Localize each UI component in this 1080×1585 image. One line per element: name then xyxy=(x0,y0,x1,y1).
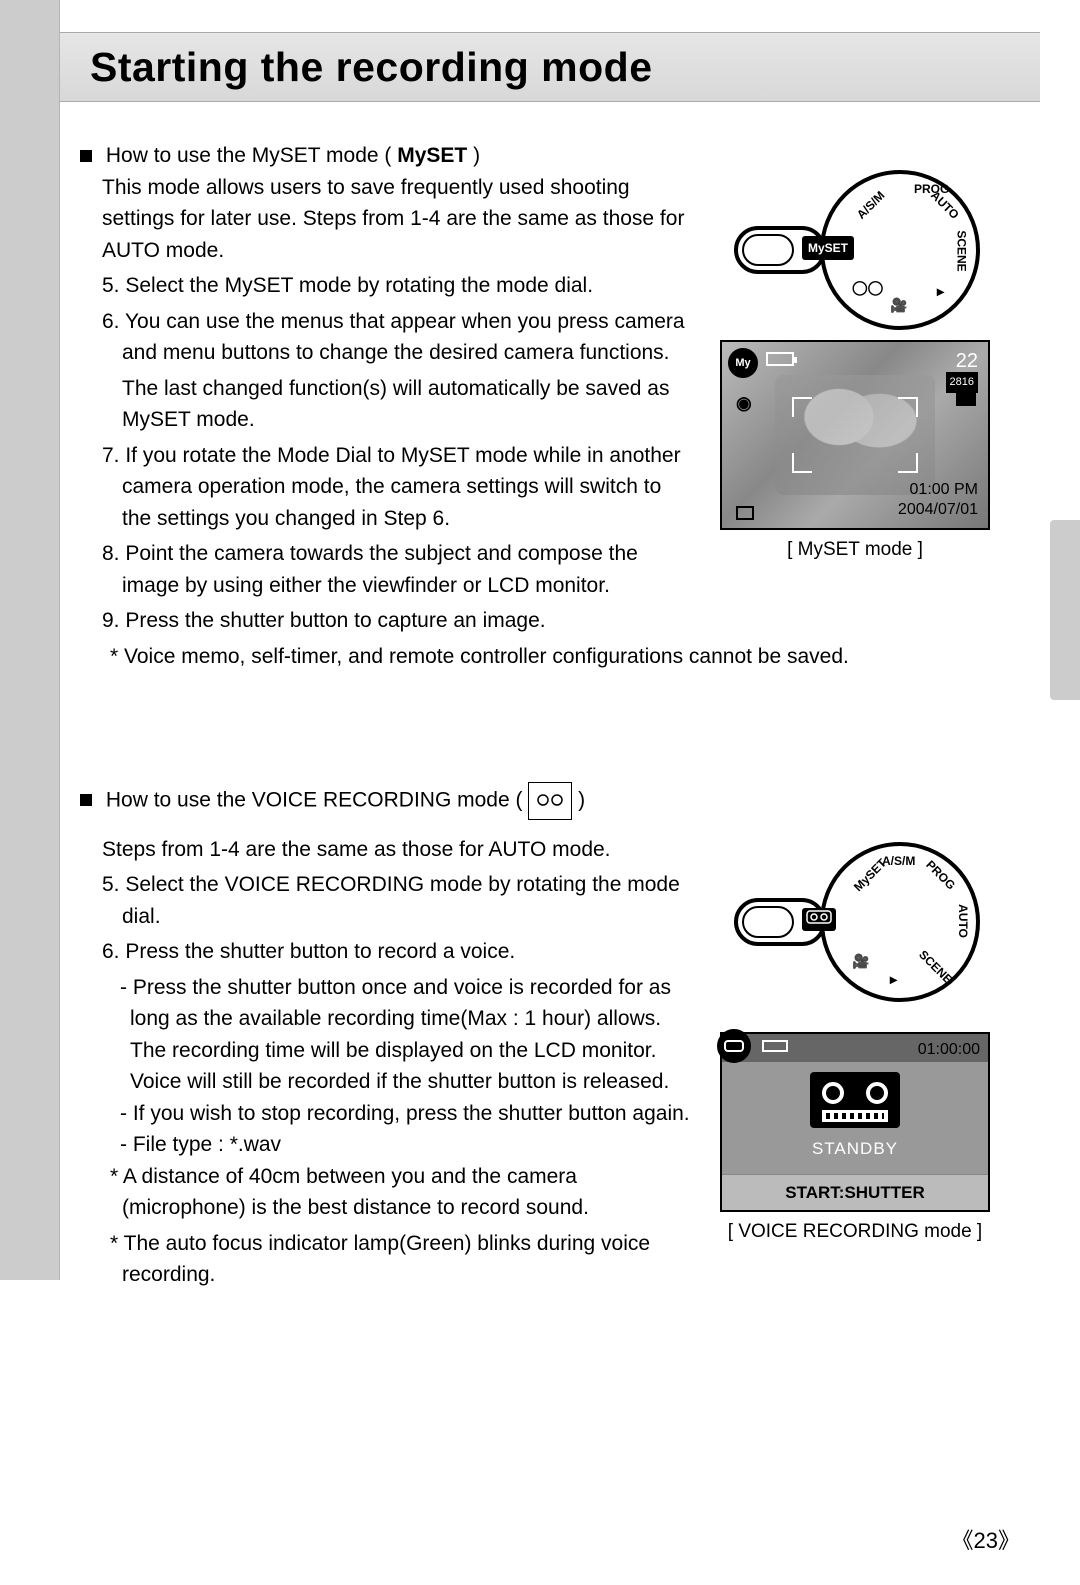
voice-sub1: - Press the shutter button once and voic… xyxy=(80,972,690,1098)
voice-note1: * A distance of 40cm between you and the… xyxy=(80,1161,690,1224)
focus-bracket-icon xyxy=(898,397,918,417)
section-myset: How to use the MySET mode ( MySET ) This… xyxy=(80,140,1020,672)
voice-step5: 5. Select the VOICE RECORDING mode by ro… xyxy=(80,869,690,932)
movie-icon: 🎥 xyxy=(852,951,869,972)
title-band: Starting the recording mode xyxy=(60,32,1040,102)
page-number: 《23》 xyxy=(951,1523,1020,1555)
dial-active-mode: MySET xyxy=(802,236,854,260)
dial-label-prog: PROG xyxy=(921,856,959,894)
myset-note: * Voice memo, self-timer, and remote con… xyxy=(80,641,930,673)
dial-label-scene: SCENE xyxy=(952,230,970,271)
lcd-date: 2004/07/01 xyxy=(898,498,978,522)
quality-icon xyxy=(956,390,976,406)
playback-icon: ▸ xyxy=(890,969,897,990)
heading-mode-label: MySET xyxy=(397,144,467,167)
dial-label-asm: A/S/M xyxy=(882,852,915,870)
heading-suffix: ) xyxy=(578,788,585,811)
figure-lcd-voice: 01:00:00 STANDBY START:SHUTTER [ VOICE R… xyxy=(720,1032,990,1247)
right-thumb-tab xyxy=(1050,520,1080,700)
voice-sub2: - If you wish to stop recording, press t… xyxy=(80,1098,690,1130)
memory-icon xyxy=(736,506,754,520)
lcd-frame: My 22 2816 ◉ 01:00 PM 2004/07/01 xyxy=(720,340,990,530)
content: How to use the MySET mode ( MySET ) This… xyxy=(80,140,1020,1351)
mode-dial-icon: MySET A/S/M PROG AUTO SCENE ▸ 🎥 xyxy=(820,842,980,1002)
focus-bracket-icon xyxy=(792,397,812,417)
voice-rec-icon: ◯◯ xyxy=(852,277,883,298)
heading-prefix: How to use the VOICE RECORDING mode ( xyxy=(106,788,528,811)
page-title: Starting the recording mode xyxy=(90,44,653,91)
cassette-tape-icon xyxy=(810,1072,900,1128)
section-voice: How to use the VOICE RECORDING mode ( ) … xyxy=(80,782,1020,1291)
dial-label-scene: SCENE xyxy=(914,946,956,988)
figure-lcd-myset: My 22 2816 ◉ 01:00 PM 2004/07/01 [ MySET… xyxy=(720,340,990,565)
heading-myset: How to use the MySET mode ( MySET ) xyxy=(80,140,1020,172)
voice-lcd-caption: [ VOICE RECORDING mode ] xyxy=(720,1218,990,1247)
myset-step6: 6. You can use the menus that appear whe… xyxy=(80,306,690,369)
angle-right-icon: 》 xyxy=(998,1528,1020,1553)
dial-knob-icon xyxy=(742,906,794,938)
voice-lcd-start: START:SHUTTER xyxy=(722,1174,988,1210)
angle-left-icon: 《 xyxy=(951,1528,973,1553)
heading-prefix: How to use the MySET mode ( xyxy=(106,144,397,167)
voice-lcd-frame: 01:00:00 STANDBY START:SHUTTER xyxy=(720,1032,990,1212)
page-number-value: 23 xyxy=(974,1528,998,1553)
myset-intro: This mode allows users to save frequentl… xyxy=(80,172,690,267)
bullet-square-icon xyxy=(80,150,92,162)
figure-mode-dial-myset: PROG A/S/M AUTO SCENE ▸ 🎥 ◯◯ MySET xyxy=(740,170,980,330)
battery-icon xyxy=(766,352,794,366)
lcd-caption: [ MySET mode ] xyxy=(720,536,990,565)
voice-lcd-topbar: 01:00:00 xyxy=(722,1034,988,1062)
heading-suffix: ) xyxy=(473,144,480,167)
lcd-photo-people xyxy=(775,375,935,495)
dial-label-asm: A/S/M xyxy=(853,187,889,223)
movie-icon: 🎥 xyxy=(890,295,907,316)
voice-intro: Steps from 1-4 are the same as those for… xyxy=(80,834,690,866)
dial-knob-icon xyxy=(742,234,794,266)
voice-sub3: - File type : *.wav xyxy=(80,1129,690,1161)
voice-lcd-time: 01:00:00 xyxy=(918,1038,980,1062)
dial-label-auto: AUTO xyxy=(954,904,972,938)
figure-mode-dial-voice: MySET A/S/M PROG AUTO SCENE ▸ 🎥 xyxy=(740,842,980,1002)
focus-bracket-icon xyxy=(792,453,812,473)
voice-lcd-standby: STANDBY xyxy=(722,1136,988,1162)
focus-bracket-icon xyxy=(898,453,918,473)
bullet-square-icon xyxy=(80,794,92,806)
myset-step8: 8. Point the camera towards the subject … xyxy=(80,538,690,601)
left-grey-margin xyxy=(0,0,60,1280)
voice-mode-badge-icon xyxy=(717,1029,751,1063)
dial-label-auto: AUTO xyxy=(927,187,964,224)
lcd-mode-badge: My xyxy=(728,348,758,378)
voice-tape-icon xyxy=(528,782,572,820)
myset-step7: 7. If you rotate the Mode Dial to MySET … xyxy=(80,440,690,535)
battery-icon xyxy=(762,1040,788,1052)
voice-step6: 6. Press the shutter button to record a … xyxy=(80,936,690,968)
myset-step5: 5. Select the MySET mode by rotating the… xyxy=(80,270,690,302)
myset-step6b: The last changed function(s) will automa… xyxy=(80,373,690,436)
redeye-icon: ◉ xyxy=(736,390,752,417)
dial-active-mode-voice xyxy=(802,908,836,931)
voice-note2: * The auto focus indicator lamp(Green) b… xyxy=(80,1228,690,1291)
playback-icon: ▸ xyxy=(937,281,944,302)
heading-voice: How to use the VOICE RECORDING mode ( ) xyxy=(80,782,1020,820)
myset-step9: 9. Press the shutter button to capture a… xyxy=(80,605,930,637)
